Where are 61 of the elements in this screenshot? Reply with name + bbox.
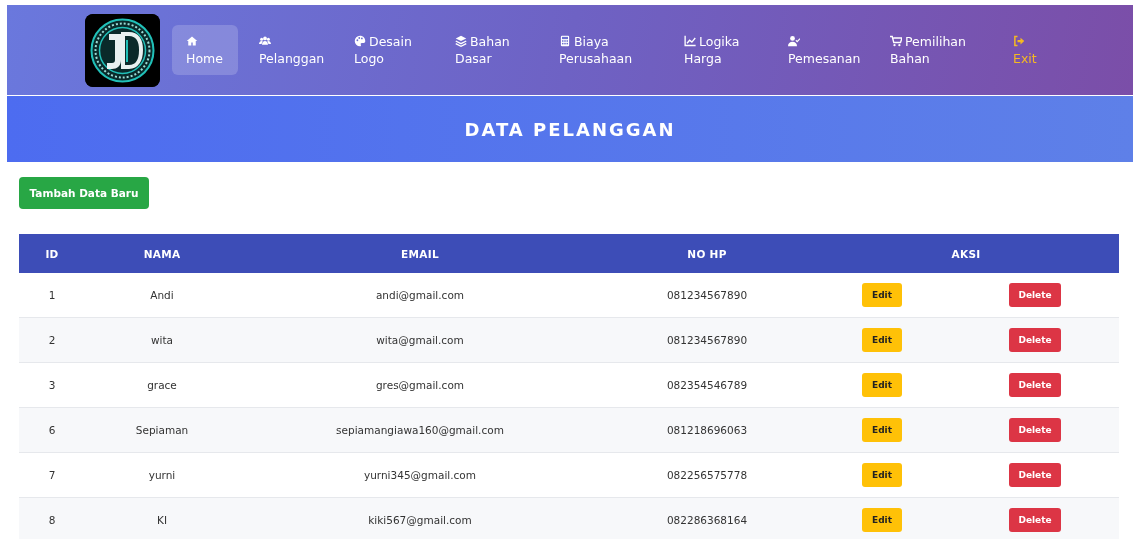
delete-button[interactable]: Delete: [1009, 373, 1061, 397]
edit-button[interactable]: Edit: [862, 418, 902, 442]
table-cell: Sepiaman: [135, 424, 189, 436]
user-check-icon: [788, 35, 800, 47]
table-cell: 082286368164: [666, 514, 748, 526]
column-header: NAMA: [143, 247, 181, 260]
table-cell: 7: [48, 469, 56, 481]
cart-icon: [890, 35, 902, 47]
table-cell: 082256575778: [666, 469, 748, 481]
table-cell: andi@gmail.com: [375, 289, 465, 301]
table-cell: gres@gmail.com: [375, 379, 465, 391]
table-cell: sepiamangiawa160@gmail.com: [336, 424, 504, 436]
nav-link[interactable]: Desain Logo: [340, 25, 434, 75]
layers-icon: [455, 35, 467, 47]
delete-button[interactable]: Delete: [1009, 418, 1061, 442]
edit-button[interactable]: Edit: [862, 373, 902, 397]
delete-button[interactable]: Delete: [1009, 283, 1061, 307]
nav-link[interactable]: Biaya Perusahaan: [545, 25, 663, 75]
users-icon: [259, 35, 271, 47]
nav-link[interactable]: Pemilihan Bahan: [876, 25, 992, 75]
delete-button[interactable]: Delete: [1009, 508, 1061, 532]
table-cell: 081218696063: [666, 424, 748, 436]
table-cell: 6: [48, 424, 56, 436]
edit-button[interactable]: Edit: [862, 283, 902, 307]
column-header: ID: [45, 247, 59, 260]
table-cell: KI: [157, 514, 167, 526]
table-cell: 2: [48, 334, 56, 346]
table-cell: yurni: [148, 469, 176, 481]
table-cell: kiki567@gmail.com: [368, 514, 472, 526]
nav-link[interactable]: Bahan Dasar: [441, 25, 538, 75]
table-cell: wita: [150, 334, 174, 346]
column-header: EMAIL: [401, 247, 439, 260]
table-cell: yurni345@gmail.com: [363, 469, 476, 481]
logout-icon: [1013, 35, 1025, 47]
edit-button[interactable]: Edit: [862, 508, 902, 532]
palette-icon: [354, 35, 366, 47]
table-cell: 082354546789: [666, 379, 748, 391]
nav-link[interactable]: Exit: [999, 25, 1059, 75]
table-cell: 3: [48, 379, 56, 391]
nav-link[interactable]: Pelanggan: [245, 25, 333, 75]
edit-button[interactable]: Edit: [862, 463, 902, 487]
delete-button[interactable]: Delete: [1009, 463, 1061, 487]
delete-button[interactable]: Delete: [1009, 328, 1061, 352]
page-title: DATA PELANGGAN: [464, 118, 676, 140]
table-cell: Andi: [150, 289, 174, 301]
table-cell: grace: [147, 379, 177, 391]
nav-link[interactable]: Home: [172, 25, 238, 75]
house-icon: [186, 35, 198, 47]
line-chart-icon: [684, 35, 696, 47]
table-cell: 081234567890: [666, 289, 748, 301]
calculator-icon: [559, 35, 571, 47]
edit-button[interactable]: Edit: [862, 328, 902, 352]
nav-link[interactable]: Logika Harga: [670, 25, 767, 75]
table-cell: wita@gmail.com: [376, 334, 464, 346]
table-cell: 1: [48, 289, 56, 301]
column-header: NO HP: [687, 247, 727, 260]
table-cell: 8: [48, 514, 56, 526]
table-cell: 081234567890: [666, 334, 748, 346]
add-button[interactable]: Tambah Data Baru: [19, 177, 149, 209]
nav-link[interactable]: Pemesanan: [774, 25, 869, 75]
column-header: AKSI: [951, 247, 981, 260]
